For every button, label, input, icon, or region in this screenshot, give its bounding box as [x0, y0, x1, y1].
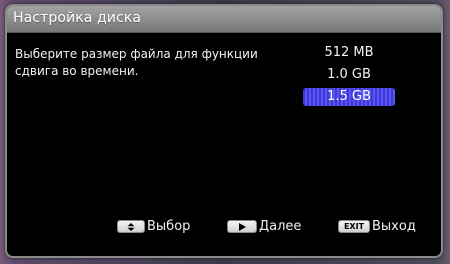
footer-hints: Выбор Далее EXIT Выход [7, 216, 441, 236]
dialog-titlebar: Настройка диска [7, 6, 441, 33]
option-512mb[interactable]: 512 MB [303, 44, 395, 62]
play-right-icon [227, 219, 257, 233]
disk-settings-dialog: Настройка диска Выберите размер файла дл… [5, 4, 443, 258]
up-down-arrows-icon [117, 219, 145, 233]
next-hint[interactable]: Далее [227, 216, 301, 236]
exit-label: Выход [372, 218, 416, 234]
prompt-text: Выберите размер файла для функции сдвига… [15, 47, 258, 78]
select-label: Выбор [147, 218, 191, 234]
file-size-options: 512 MB 1.0 GB 1.5 GB [303, 44, 395, 110]
option-1-0gb[interactable]: 1.0 GB [303, 66, 395, 84]
exit-hint[interactable]: EXIT Выход [338, 216, 416, 236]
exit-key: EXIT [338, 219, 370, 233]
select-hint[interactable]: Выбор [117, 216, 190, 236]
dialog-title: Настройка диска [13, 10, 142, 26]
option-1-5gb-selected[interactable]: 1.5 GB [303, 88, 395, 106]
next-label: Далее [259, 218, 302, 234]
